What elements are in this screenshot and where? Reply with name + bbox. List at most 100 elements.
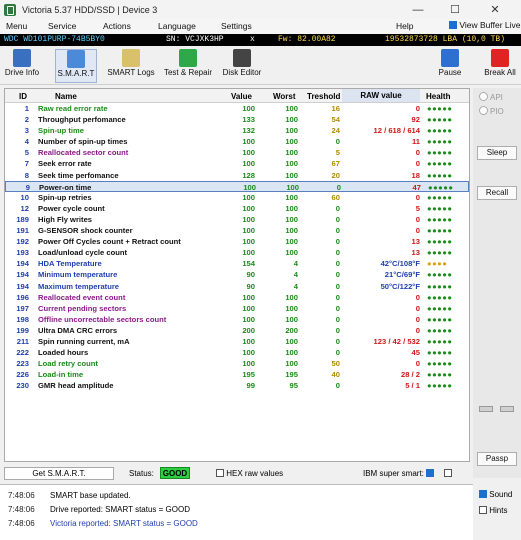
recall-button[interactable]: Recall [477, 186, 517, 200]
table-row[interactable]: 222 Loaded hours 100 100 0 45 ●●●●● [5, 347, 469, 358]
smart-logs-button[interactable]: SMART Logs [106, 49, 156, 83]
table-row[interactable]: 8 Seek time perfomance 128 100 20 18 ●●●●● [5, 170, 469, 181]
menu-item-actions[interactable]: Actions [103, 21, 131, 31]
table-row[interactable]: 196 Reallocated event count 100 100 0 0 ●●●●● [5, 292, 469, 303]
cell-threshold: 0 [335, 281, 340, 291]
table-row[interactable]: 191 G-SENSOR shock counter 100 100 0 0 ●●●●● [5, 225, 469, 236]
cell-worst: 100 [285, 248, 298, 258]
col-name: Name [55, 92, 77, 101]
test-repair-icon [179, 49, 197, 67]
cell-health: ●●●●● [427, 137, 453, 147]
cell-id: 222 [16, 348, 29, 358]
cell-raw-value: 21°C/69°F [384, 270, 420, 280]
cell-id: 194 [16, 270, 29, 280]
smart-table: ID Name Value Worst Treshold RAW value H… [4, 88, 470, 462]
drive-firmware: Fw: 82.00A82 [278, 35, 336, 44]
cell-threshold: 67 [331, 159, 340, 169]
maximize-button[interactable]: ☐ [440, 0, 470, 19]
menu-item-language[interactable]: Language [158, 21, 196, 31]
table-row[interactable]: 189 High Fly writes 100 100 0 0 ●●●●● [5, 214, 469, 225]
cell-worst: 100 [285, 192, 298, 202]
table-row[interactable]: 226 Load-in time 195 195 40 28 / 2 ●●●●● [5, 369, 469, 380]
slider-right[interactable] [500, 406, 514, 412]
cell-worst: 100 [285, 137, 298, 147]
cell-threshold: 24 [331, 126, 340, 136]
col-id: ID [19, 92, 27, 101]
table-row[interactable]: 192 Power Off Cycles count + Retract coun… [5, 236, 469, 247]
table-row[interactable]: 197 Current pending sectors 100 100 0 0 ●●●●● [5, 303, 469, 314]
menu-item-menu[interactable]: Menu [6, 21, 27, 31]
cell-threshold: 16 [331, 104, 340, 113]
cell-id: 223 [16, 359, 29, 369]
sound-checkbox[interactable]: Sound [479, 490, 512, 499]
sleep-button[interactable]: Sleep [477, 146, 517, 160]
table-row[interactable]: 2 Throughput perfomance 133 100 54 92 ●●●●● [5, 114, 469, 125]
cell-name: Spin-up time [38, 126, 84, 136]
log-entry: 7:48:06 SMART base updated. [8, 491, 131, 503]
get-smart-button[interactable]: Get S.M.A.R.T. [4, 467, 114, 480]
table-row[interactable]: 230 GMR head amplitude 99 95 0 5 / 1 ●●●●● [5, 380, 469, 391]
ibm-super-smart-checkbox[interactable] [426, 469, 434, 477]
drive-info-button[interactable]: Drive Info [2, 49, 42, 83]
menu-item-help[interactable]: Help [396, 21, 413, 31]
hex-raw-checkbox[interactable]: HEX raw values [216, 469, 283, 478]
col-threshold: Treshold [307, 92, 341, 101]
cell-id: 230 [16, 381, 29, 391]
cell-threshold: 0 [335, 325, 340, 335]
table-row[interactable]: 199 Ultra DMA CRC errors 200 200 0 0 ●●●●● [5, 325, 469, 336]
cell-value: 154 [242, 259, 255, 269]
close-button[interactable]: ✕ [480, 0, 510, 19]
table-row[interactable]: 223 Load retry count 100 100 50 0 ●●●●● [5, 358, 469, 369]
view-buffer-checkbox[interactable]: View Buffer Live [449, 20, 521, 30]
cell-worst: 100 [285, 214, 298, 224]
table-row[interactable]: 211 Spin running current, mA 100 100 0 123 / … [5, 336, 469, 347]
cell-value: 100 [242, 104, 255, 113]
cell-threshold: 0 [335, 314, 340, 324]
cell-id: 2 [24, 115, 29, 125]
hints-checkbox[interactable]: Hints [479, 506, 507, 515]
cell-health: ●●●●● [427, 192, 453, 202]
cell-threshold: 54 [331, 115, 340, 125]
cell-health: ●●●●● [427, 303, 453, 313]
pause-button[interactable]: Pause [434, 49, 466, 83]
passp-button[interactable]: Passp [477, 452, 517, 466]
cell-value: 100 [242, 292, 255, 302]
table-row[interactable]: 5 Reallocated sector count 100 100 5 0 ●●●●● [5, 147, 469, 158]
table-row[interactable]: 3 Spin-up time 132 100 24 12 / 618 / 614 ●●●●● [5, 125, 469, 136]
break-all-button[interactable]: Break All [480, 49, 520, 83]
table-row[interactable]: 10 Spin-up retries 100 100 60 0 ●●●●● [5, 192, 469, 203]
cell-worst: 100 [285, 237, 298, 247]
table-row[interactable]: 7 Seek error rate 100 100 67 0 ●●●●● [5, 158, 469, 169]
checkbox-icon [449, 21, 457, 29]
table-row[interactable]: 194 Minimum temperature 90 4 0 21°C/69°F ●●●●● [5, 269, 469, 280]
log-time: 7:48:06 [8, 519, 35, 528]
table-row[interactable]: 193 Load/unload cycle count 100 100 0 13 ●●●●● [5, 247, 469, 258]
menu-item-settings[interactable]: Settings [221, 21, 252, 31]
menu-item-service[interactable]: Service [48, 21, 76, 31]
extra-checkbox[interactable] [444, 469, 452, 477]
table-row[interactable]: 12 Power cycle count 100 100 0 5 ●●●●● [5, 203, 469, 214]
cell-name: Power Off Cycles count + Retract count [38, 237, 181, 247]
smart-button[interactable]: S.M.A.R.T [55, 49, 97, 83]
cell-value: 132 [242, 126, 255, 136]
table-row[interactable]: 194 Maximum temperature 90 4 0 50°C/122°F ●●●●… [5, 281, 469, 292]
slider-left[interactable] [479, 406, 493, 412]
table-row[interactable]: 194 HDA Temperature 154 4 0 42°C/108°F ●●●● [5, 258, 469, 269]
cell-raw-value: 92 [411, 115, 420, 125]
pio-radio[interactable]: PIO [479, 106, 504, 116]
cell-health: ●●●●● [427, 159, 453, 169]
test-repair-button[interactable]: Test & Repair [161, 49, 215, 83]
cell-health: ●●●●● [427, 170, 453, 180]
api-radio[interactable]: API [479, 92, 503, 102]
cell-id: 4 [24, 137, 29, 147]
minimize-button[interactable]: — [403, 0, 433, 19]
cell-raw-value: 5 [415, 203, 420, 213]
col-value: Value [231, 92, 252, 101]
table-row[interactable]: 198 Offline uncorrectable sectors count 10… [5, 314, 469, 325]
table-row[interactable]: 9 Power-on time 100 100 0 47 ●●●●● [5, 180, 469, 192]
disk-editor-button[interactable]: Disk Editor [220, 49, 264, 83]
cell-threshold: 60 [331, 192, 340, 202]
cell-value: 100 [242, 214, 255, 224]
table-row[interactable]: 4 Number of spin-up times 100 100 0 11 ●●●●● [5, 136, 469, 147]
table-row[interactable]: 1 Raw read error rate 100 100 16 0 ●●●●● [5, 103, 469, 114]
